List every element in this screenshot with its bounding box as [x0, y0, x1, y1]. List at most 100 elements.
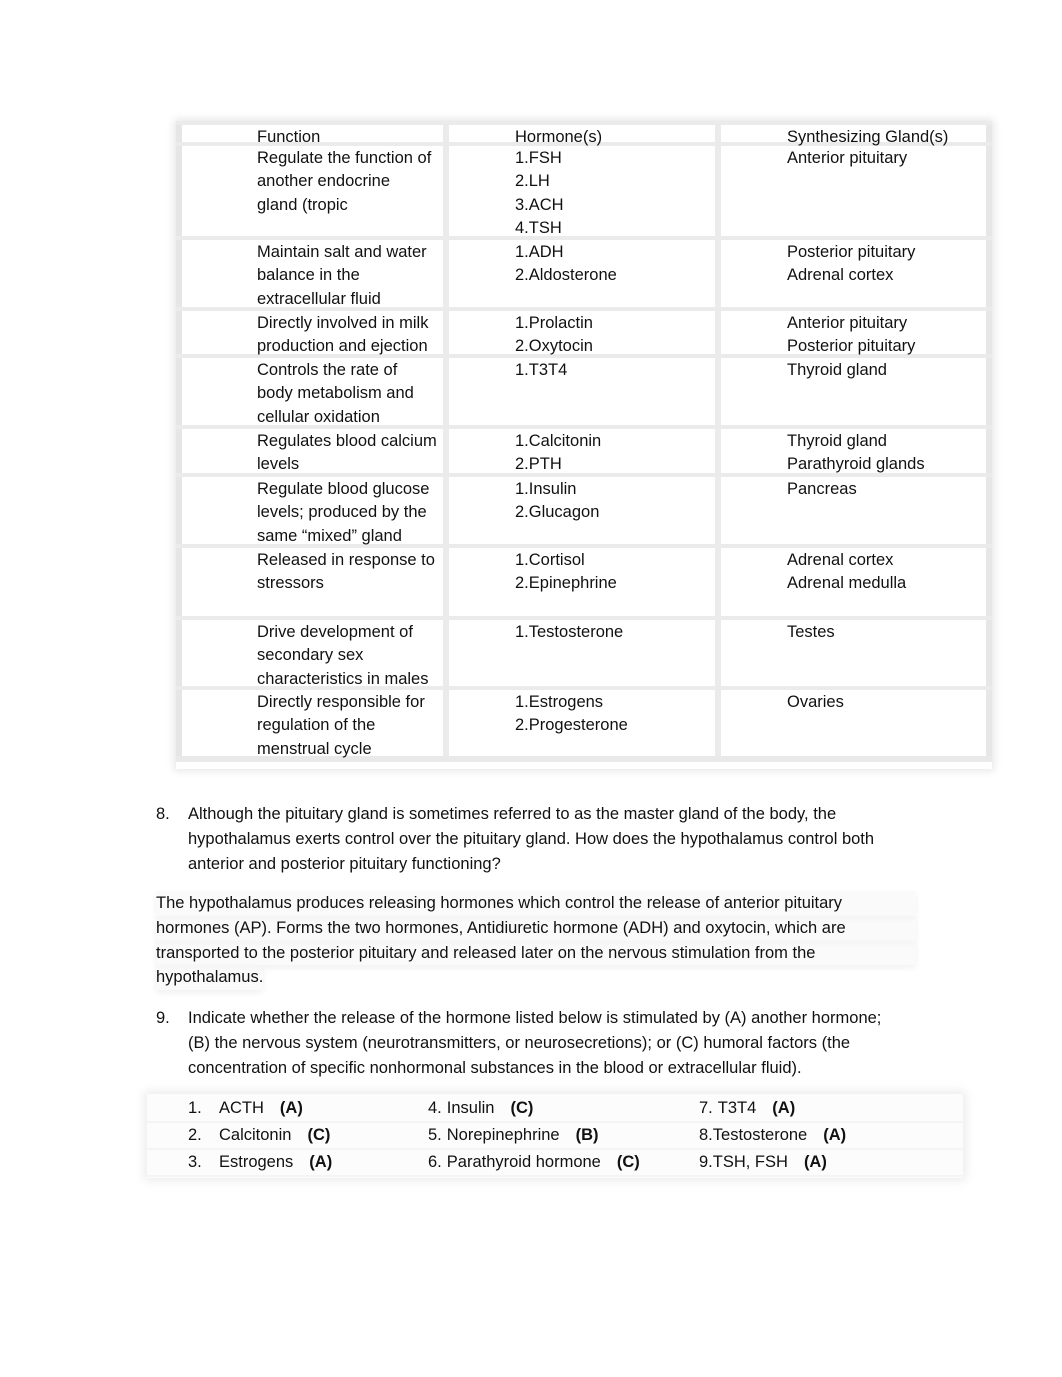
cell-line: Posterior pituitary: [787, 243, 916, 261]
item-number: 3.: [188, 1153, 202, 1171]
stimulus-answer: (C): [307, 1126, 331, 1144]
cell-line: Ovaries: [787, 693, 844, 711]
table-row: Directly involved in milk production and …: [176, 311, 992, 358]
item-number: 2.: [188, 1126, 202, 1144]
answer-item: 2. Calcitonin (C): [147, 1123, 428, 1148]
question-line: Indicate whether the release of the horm…: [188, 1009, 882, 1027]
function-cell: Drive development of secondary sex charact…: [176, 620, 449, 688]
cell-line: regulation of the: [257, 716, 376, 735]
function-cell: Directly responsible for regulation of th…: [176, 690, 449, 758]
cell-line: 2.Progesterone: [515, 716, 628, 735]
cell-line: Thyroid gland: [787, 432, 887, 450]
glands-cell: Testes: [721, 620, 992, 686]
cell-line: Thyroid gland: [787, 361, 887, 379]
stimulus-answer: (A): [823, 1126, 847, 1144]
cell-line: characteristics in males: [257, 669, 429, 688]
glands-cell: Thyroid gland: [721, 358, 992, 425]
hormone-name: Parathyroid hormone: [446, 1153, 601, 1171]
item-number: 6.: [428, 1153, 442, 1171]
cell-line: Pancreas: [787, 480, 857, 498]
glands-cell: Ovaries: [721, 690, 992, 756]
document-page: Function Hormone(s) Synthesizing Gland(s…: [0, 0, 1062, 1377]
hormone-name: Estrogens: [219, 1153, 294, 1171]
cell-line: Anterior pituitary: [787, 314, 908, 332]
function-cell: Released in response to stressors: [176, 548, 449, 616]
cell-line: Posterior pituitary: [787, 337, 916, 356]
cell-line: 2.Aldosterone: [515, 266, 617, 285]
answer-row: 2. Calcitonin (C) 5. Norepinephrine (B) 8.Test…: [147, 1123, 963, 1150]
function-cell: Maintain salt and water balance in the ext…: [176, 240, 449, 308]
cell-line: Regulate the function of: [257, 149, 432, 167]
cell-line: Directly responsible for: [257, 693, 425, 711]
question-text: Although the pituitary gland is sometime…: [188, 802, 946, 876]
answer-item: 9.TSH, FSH (A): [699, 1150, 963, 1175]
cell-line: 2.Glucagon: [515, 503, 600, 522]
cell-line: 1.Estrogens: [515, 693, 604, 711]
table-row: Maintain salt and water balance in the ext…: [176, 240, 992, 311]
answer-item: 1. ACTH (A): [147, 1096, 428, 1121]
cell-line: 1.Prolactin: [515, 314, 593, 332]
hormones-cell: 1.Insulin 2.Glucagon: [449, 477, 721, 544]
cell-line: another endocrine: [257, 172, 391, 191]
answer-9-grid: 1. ACTH (A) 4. Insulin (C) 7. T3T4 (A) 2. Calciton…: [147, 1096, 963, 1177]
hormone-name: Calcitonin: [219, 1126, 292, 1144]
item-number: 9.: [699, 1153, 713, 1171]
question-line: Although the pituitary gland is sometime…: [188, 805, 837, 823]
stimulus-answer: (B): [575, 1126, 599, 1144]
hormone-name: Norepinephrine: [446, 1126, 560, 1144]
question-number: 8.: [156, 805, 170, 823]
cell-line: Directly involved in milk: [257, 314, 429, 332]
function-cell: Regulate blood glucose levels; produced b…: [176, 477, 449, 545]
cell-line: balance in the: [257, 266, 360, 285]
cell-line: same “mixed” gland: [257, 526, 402, 545]
cell-line: Maintain salt and water: [257, 243, 427, 261]
cell-line: Controls the rate of: [257, 361, 398, 379]
answer-item: 4. Insulin (C): [428, 1096, 699, 1121]
question-line: concentration of specific nonhormonal su…: [188, 1058, 802, 1077]
header-function: Function: [176, 125, 449, 146]
answer-item: 6. Parathyroid hormone (C): [428, 1150, 699, 1175]
cell-line: secondary sex: [257, 646, 364, 665]
hormone-name: T3T4: [717, 1099, 757, 1117]
hormones-cell: 1.Cortisol 2.Epinephrine: [449, 548, 721, 616]
cell-line: levels; produced by the: [257, 503, 427, 522]
answer-row: 1. ACTH (A) 4. Insulin (C) 7. T3T4 (A): [147, 1096, 963, 1123]
cell-line: Adrenal cortex: [787, 266, 894, 285]
item-number: 8.: [699, 1126, 713, 1144]
table-header-row: Function Hormone(s) Synthesizing Gland(s…: [176, 121, 992, 146]
stimulus-answer: (C): [510, 1099, 534, 1117]
cell-line: production and ejection: [257, 337, 428, 356]
header-hormones: Hormone(s): [449, 125, 721, 146]
stimulus-answer: (A): [772, 1099, 796, 1117]
cell-line: gland (tropic: [257, 195, 348, 214]
hormone-name: ACTH: [219, 1099, 264, 1117]
answer-item: 8.Testosterone (A): [699, 1123, 963, 1148]
header-glands: Synthesizing Gland(s): [721, 125, 992, 146]
hormones-cell: 1.ADH 2.Aldosterone: [449, 240, 721, 307]
answer-row: 3. Estrogens (A) 6. Parathyroid hormone (C) 9.…: [147, 1150, 963, 1177]
question-line: hypothalamus exerts control over the pit…: [188, 829, 875, 848]
item-number: 1.: [188, 1099, 202, 1117]
hormones-cell: 1.Estrogens 2.Progesterone: [449, 690, 721, 756]
hormones-cell: 1.Calcitonin 2.PTH: [449, 429, 721, 473]
cell-line: Drive development of: [257, 623, 413, 641]
cell-line: 1.Insulin: [515, 480, 577, 498]
stimulus-answer: (C): [616, 1153, 640, 1171]
cell-line: 1.FSH: [515, 149, 562, 167]
table-row: Released in response to stressors 1.Cortis…: [176, 548, 992, 620]
hormone-name: Testosterone: [712, 1126, 808, 1144]
cell-line: levels: [257, 455, 300, 474]
cell-line: 1.Cortisol: [515, 551, 585, 569]
cell-line: Regulates blood calcium: [257, 432, 437, 450]
glands-cell: Pancreas: [721, 477, 992, 544]
cell-line: 3.ACH: [515, 195, 564, 214]
stimulus-answer: (A): [803, 1153, 827, 1171]
cell-line: extracellular fluid: [257, 289, 381, 308]
answer-line: hormones (AP). Forms the two hormones, A…: [156, 915, 916, 941]
cell-line: stressors: [257, 574, 324, 593]
question-line: (B) the nervous system (neurotransmitter…: [188, 1033, 851, 1052]
cell-line: body metabolism and: [257, 384, 414, 403]
question-line: anterior and posterior pituitary functio…: [188, 854, 501, 873]
hormones-cell: 1.Testosterone: [449, 620, 721, 686]
table-row: Regulates blood calcium levels 1.Calcitoni…: [176, 429, 992, 477]
